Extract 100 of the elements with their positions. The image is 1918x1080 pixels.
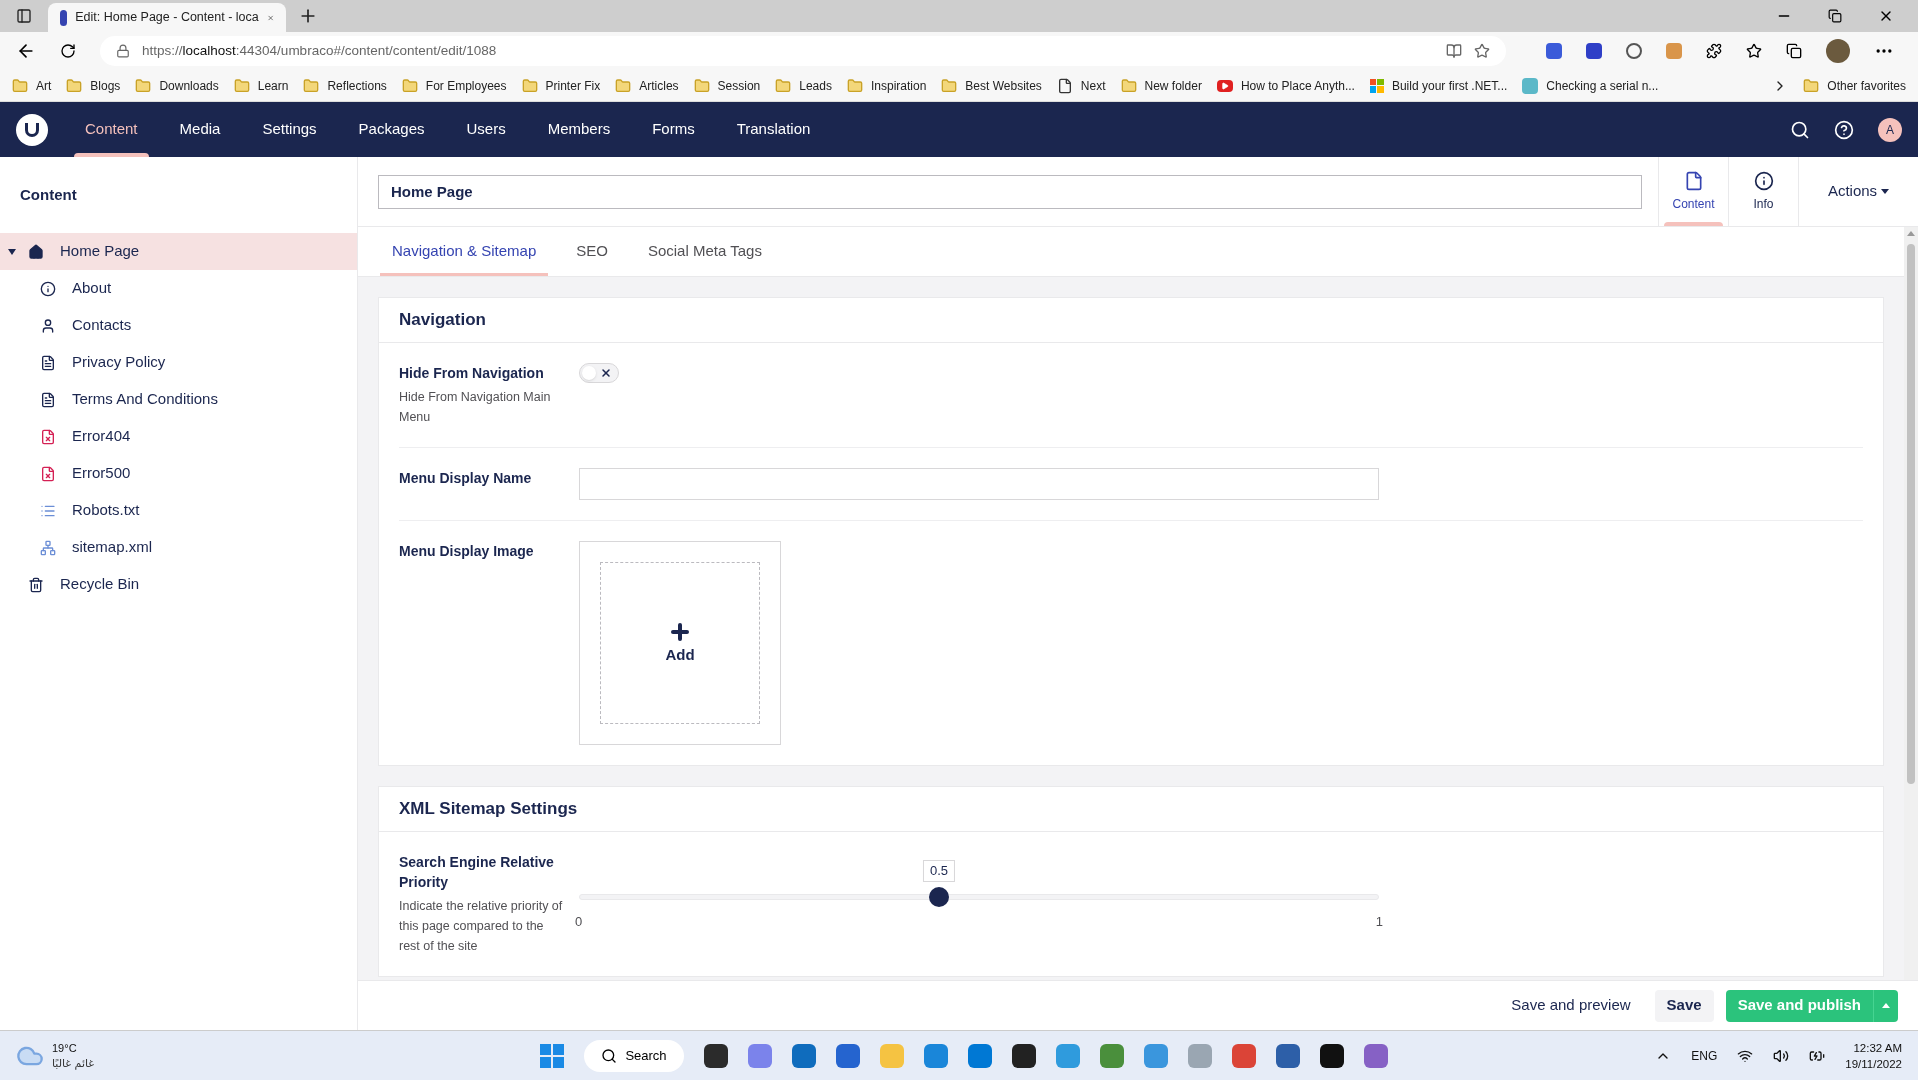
start-icon[interactable] — [540, 1043, 564, 1068]
bookmark-link[interactable]: Learn — [257, 76, 289, 95]
section-tab[interactable]: Translation — [715, 102, 832, 157]
caret-icon[interactable] — [8, 248, 16, 255]
favicon-icon — [60, 9, 68, 26]
favorites-icon[interactable] — [1746, 43, 1762, 59]
person-icon — [40, 317, 56, 334]
restore-icon[interactable] — [1828, 9, 1842, 23]
bookmark-link[interactable]: Blogs — [90, 76, 121, 95]
bookmark-link[interactable]: Other favorites — [1827, 76, 1906, 95]
language-indicator[interactable]: ENG — [1691, 1046, 1718, 1065]
actions-button[interactable]: Actions — [1798, 157, 1918, 226]
property-label: Search Engine Relative Priority — [399, 853, 555, 892]
tree-item[interactable]: Terms And Conditions — [0, 381, 357, 418]
property-label: Menu Display Image — [399, 542, 535, 561]
bookmark-link[interactable]: New folder — [1144, 76, 1202, 95]
section-tab[interactable]: Packages — [337, 102, 446, 157]
tree-item[interactable]: sitemap.xml — [0, 529, 357, 566]
info-icon — [40, 280, 56, 297]
section-tab[interactable]: Users — [445, 102, 527, 157]
property-description: Hide From Navigation Main Menu — [399, 389, 552, 426]
volume-icon[interactable] — [1773, 1047, 1790, 1064]
tree-item[interactable]: Home Page — [0, 233, 357, 270]
tree-item[interactable]: Recycle Bin — [0, 566, 357, 603]
folder-icon — [66, 77, 83, 94]
tiles-icon — [1369, 78, 1384, 93]
folder-icon — [303, 77, 320, 94]
toggle-switch[interactable] — [579, 363, 619, 383]
collections-icon[interactable] — [1786, 43, 1802, 59]
save-button[interactable]: Save — [1654, 989, 1714, 1022]
folder-icon — [1803, 77, 1820, 94]
favorite-icon[interactable] — [1474, 43, 1490, 59]
text-field[interactable] — [579, 468, 1379, 500]
browser-tab[interactable]: Edit: Home Page - Content - loca — [48, 3, 286, 32]
bookmark-link[interactable]: Session — [717, 76, 761, 95]
name-field[interactable]: Home Page — [378, 174, 1642, 209]
app-icon[interactable] — [1320, 1043, 1344, 1068]
folder-icon — [401, 77, 418, 94]
folder-icon — [1120, 77, 1137, 94]
tree-item[interactable]: Contacts — [0, 307, 357, 344]
help-icon[interactable] — [1834, 119, 1854, 140]
app-switch-button[interactable]: Info — [1728, 157, 1798, 226]
tree-item[interactable]: Privacy Policy — [0, 344, 357, 381]
bookmark-link[interactable]: Best Websites — [965, 76, 1042, 95]
profile-avatar[interactable] — [1826, 39, 1850, 63]
save-and-preview-button[interactable]: Save and preview — [1499, 989, 1643, 1022]
bookmark-link[interactable]: For Employees — [425, 76, 507, 95]
folder-icon — [521, 77, 538, 94]
editor-tab[interactable]: Social Meta Tags — [627, 227, 782, 276]
clock-date[interactable]: 19/11/2022 — [1845, 1055, 1902, 1072]
page-icon — [1056, 77, 1073, 94]
section-tab[interactable]: Members — [526, 102, 632, 157]
tree-item[interactable]: Error404 — [0, 418, 357, 455]
extensions-icon[interactable] — [1706, 43, 1722, 59]
bookmark-link[interactable]: Printer Fix — [545, 76, 601, 95]
tree-item[interactable]: Robots.txt — [0, 492, 357, 529]
error-page-icon — [40, 428, 56, 445]
extension-icon[interactable] — [1626, 43, 1642, 59]
extension-icon[interactable] — [1546, 43, 1562, 59]
group-title: Navigation — [379, 298, 1883, 343]
app-icon[interactable] — [704, 1043, 728, 1068]
editor-tab[interactable]: SEO — [556, 227, 628, 276]
folder-icon — [941, 77, 958, 94]
logo-icon[interactable] — [16, 113, 48, 146]
bookmark-link[interactable]: Downloads — [159, 76, 219, 95]
bookmark-link[interactable]: Checking a serial n... — [1546, 76, 1659, 95]
clock-time[interactable]: 12:32 AM — [1845, 1039, 1902, 1056]
section-tab[interactable]: Settings — [241, 102, 338, 157]
section-tab[interactable]: Forms — [631, 102, 716, 157]
app-icon[interactable] — [1012, 1043, 1036, 1068]
bookmark-link[interactable]: Next — [1080, 76, 1106, 95]
document-icon — [40, 391, 56, 408]
refresh-icon[interactable] — [60, 43, 76, 59]
tree-item[interactable]: Error500 — [0, 455, 357, 492]
editor-tab[interactable]: Navigation & Sitemap — [372, 227, 557, 276]
folder-icon — [846, 77, 863, 94]
property-label: Menu Display Name — [399, 469, 533, 488]
section-tab[interactable]: Content — [64, 102, 159, 157]
read-aloud-icon[interactable] — [1446, 43, 1462, 59]
bookmark-link[interactable]: Reflections — [327, 76, 387, 95]
bookmark-link[interactable]: Art — [36, 76, 52, 95]
trash-icon — [28, 576, 44, 593]
slider-thumb[interactable] — [929, 887, 950, 907]
search-button[interactable]: Search — [584, 1039, 684, 1072]
section-tab[interactable]: Media — [158, 102, 242, 157]
bookmark-link[interactable]: How to Place Anyth... — [1240, 76, 1355, 95]
address-bar[interactable]: https://localhost:44304/umbraco#/content/content/edit/1088 — [100, 36, 1506, 66]
bookmark-link[interactable]: Leads — [799, 76, 832, 95]
folder-icon — [12, 77, 28, 94]
tab-actions-icon[interactable] — [16, 8, 32, 24]
user-avatar[interactable]: A — [1878, 117, 1902, 142]
bookmark-link[interactable]: Build your first .NET... — [1391, 76, 1508, 95]
home-icon — [28, 243, 44, 260]
app-switch-button[interactable]: Content — [1658, 157, 1728, 226]
bookmark-link[interactable]: Articles — [639, 76, 679, 95]
extension-icon[interactable] — [1586, 43, 1602, 59]
search-icon[interactable] — [1790, 119, 1810, 140]
bookmark-link[interactable]: Inspiration — [870, 76, 927, 95]
tree-item[interactable]: About — [0, 270, 357, 307]
add-image-button[interactable]: Add — [600, 562, 760, 724]
